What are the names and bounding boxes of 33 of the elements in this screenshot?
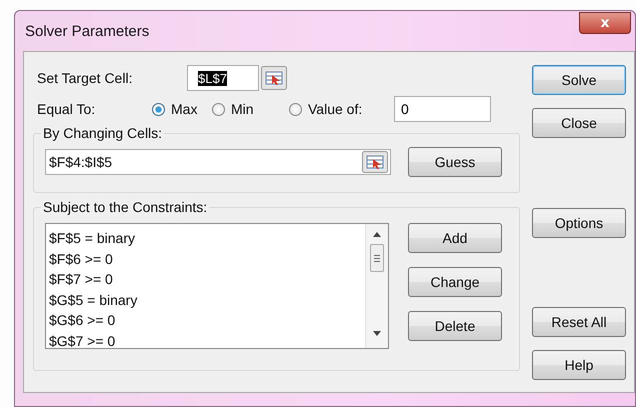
value-field[interactable]: 0 <box>394 96 491 122</box>
constraint-item[interactable]: $G$5 = binary <box>49 290 365 310</box>
constraint-button[interactable]: Add <box>408 223 502 253</box>
constraint-item[interactable]: $G$6 >= 0 <box>49 310 365 330</box>
radio-option[interactable]: Value of: <box>289 101 394 117</box>
target-cell-field[interactable]: $L$7 <box>187 65 259 91</box>
dialog-button[interactable]: Help <box>532 350 626 380</box>
range-select-icon[interactable] <box>261 66 287 90</box>
constraint-button[interactable]: Change <box>408 267 502 297</box>
window-title: Solver Parameters <box>25 22 150 40</box>
constraint-item[interactable]: $F$5 = binary <box>49 228 365 248</box>
group-label: By Changing Cells: <box>42 125 164 141</box>
dialog-button[interactable]: Close <box>532 108 626 138</box>
scroll-thumb[interactable] <box>370 244 384 272</box>
dialog-button[interactable]: Solve <box>532 65 626 95</box>
target-cell-label: Set Target Cell: <box>36 70 134 86</box>
constraint-button[interactable]: Delete <box>408 311 502 341</box>
constraint-item[interactable]: $F$6 >= 0 <box>49 248 365 269</box>
guess-button[interactable]: Guess <box>408 147 502 177</box>
constraint-item[interactable]: $F$7 >= 0 <box>49 269 365 290</box>
group-label: Subject to the Constraints: <box>42 199 208 215</box>
equal-to-label: Equal To: <box>36 101 96 117</box>
dialog-button[interactable]: Options <box>532 208 626 238</box>
radio-option[interactable]: Min <box>212 101 289 117</box>
constraints-list[interactable]: $F$5 = binary $F$6 >= 0 $F$7 >= 0 $G$5 = binary $G$6 >= 0 $G$7 >= 0 <box>45 223 389 349</box>
dialog-button[interactable]: Reset All <box>532 307 626 337</box>
scrollbar[interactable] <box>365 224 388 348</box>
range-select-icon[interactable] <box>362 151 388 173</box>
radio-option[interactable]: Max <box>152 101 212 117</box>
constraint-item[interactable]: $G$7 >= 0 <box>49 330 365 351</box>
scroll-down-icon[interactable] <box>373 331 381 336</box>
scroll-up-icon[interactable] <box>373 232 381 237</box>
changing-cells-field[interactable]: $F$4:$I$5 <box>45 149 391 175</box>
